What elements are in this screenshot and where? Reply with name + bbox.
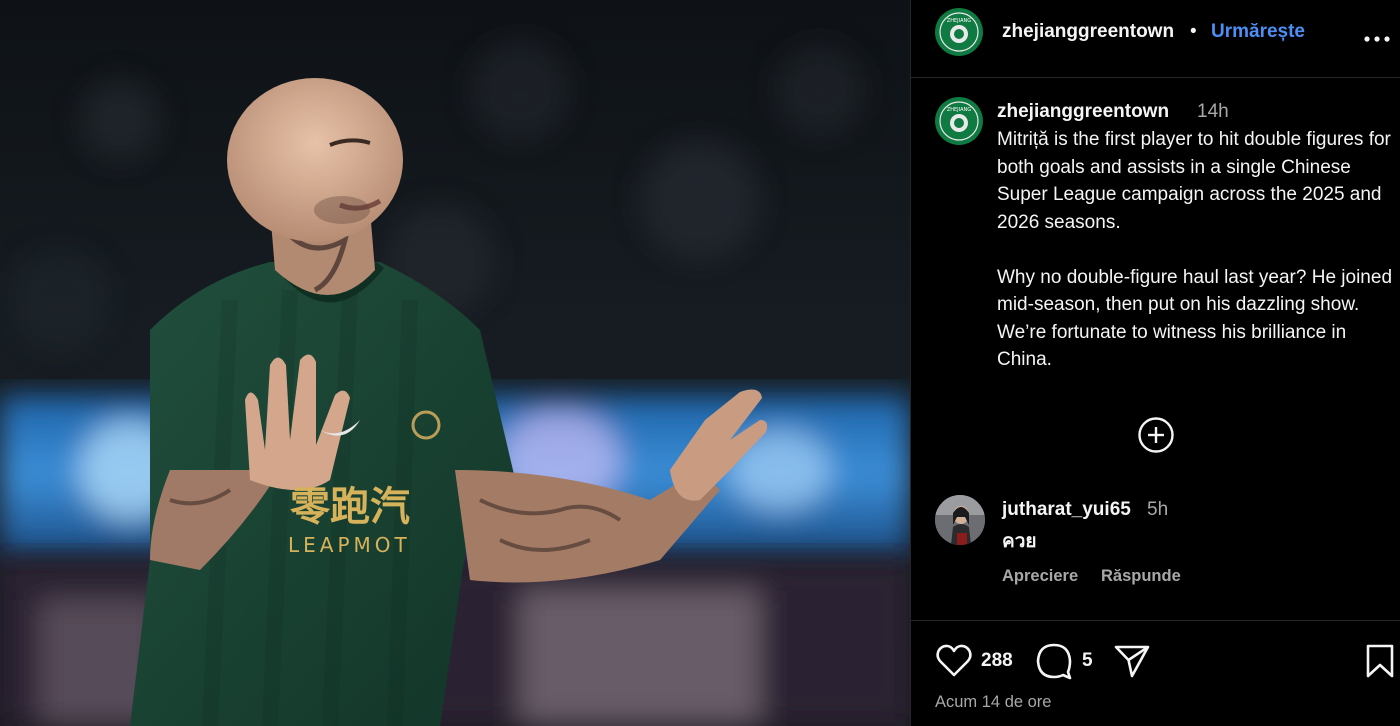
comment-reply-button[interactable]: Răspunde [1101, 567, 1181, 586]
plus-circle-icon[interactable] [1137, 416, 1175, 454]
post-panel: ZHEJIANG zhejianggreentown • Urmărește Z… [910, 0, 1400, 726]
bookmark-icon[interactable] [1363, 643, 1397, 679]
likes-count[interactable]: 288 [981, 650, 1013, 672]
post-image[interactable]: 零跑汽 LEAPMOT [0, 0, 910, 726]
caption-avatar[interactable]: ZHEJIANG [935, 97, 983, 145]
comment-username[interactable]: jutharat_yui65 [1002, 499, 1131, 521]
send-icon[interactable] [1113, 643, 1151, 679]
caption-time[interactable]: 14h [1197, 101, 1229, 123]
commenter-avatar[interactable] [935, 495, 985, 545]
club-logo-icon: ZHEJIANG [936, 9, 982, 55]
caption-username[interactable]: zhejianggreentown [997, 101, 1169, 123]
comments-count[interactable]: 5 [1082, 650, 1093, 672]
caption-text: Mitriță is the first player to hit doubl… [997, 129, 1393, 370]
comment-text: ควย [1002, 531, 1037, 552]
heart-icon[interactable] [935, 643, 973, 679]
jersey-sponsor-en: LEAPMOT [288, 533, 411, 557]
action-bar: 288 5 Acum 14 de ore [911, 620, 1400, 726]
avatar-photo [935, 495, 985, 545]
account-avatar[interactable]: ZHEJIANG [935, 8, 983, 56]
svg-text:ZHEJIANG: ZHEJIANG [947, 18, 971, 24]
follow-button[interactable]: Urmărește [1211, 21, 1305, 43]
post-timestamp[interactable]: Acum 14 de ore [935, 693, 1051, 712]
header-username[interactable]: zhejianggreentown [1002, 21, 1174, 43]
post-header: ZHEJIANG zhejianggreentown • Urmărește [911, 0, 1400, 78]
comment-icon[interactable] [1035, 642, 1073, 680]
jersey-sponsor-cn: 零跑汽 [290, 484, 410, 530]
comment-time[interactable]: 5h [1147, 499, 1168, 521]
separator-dot: • [1190, 21, 1197, 42]
club-logo-icon: ZHEJIANG [936, 98, 982, 144]
svg-text:ZHEJIANG: ZHEJIANG [947, 107, 971, 113]
comment-like-button[interactable]: Apreciere [1002, 567, 1078, 586]
more-icon[interactable] [1359, 28, 1395, 50]
post-photo: 零跑汽 LEAPMOT [0, 0, 910, 726]
